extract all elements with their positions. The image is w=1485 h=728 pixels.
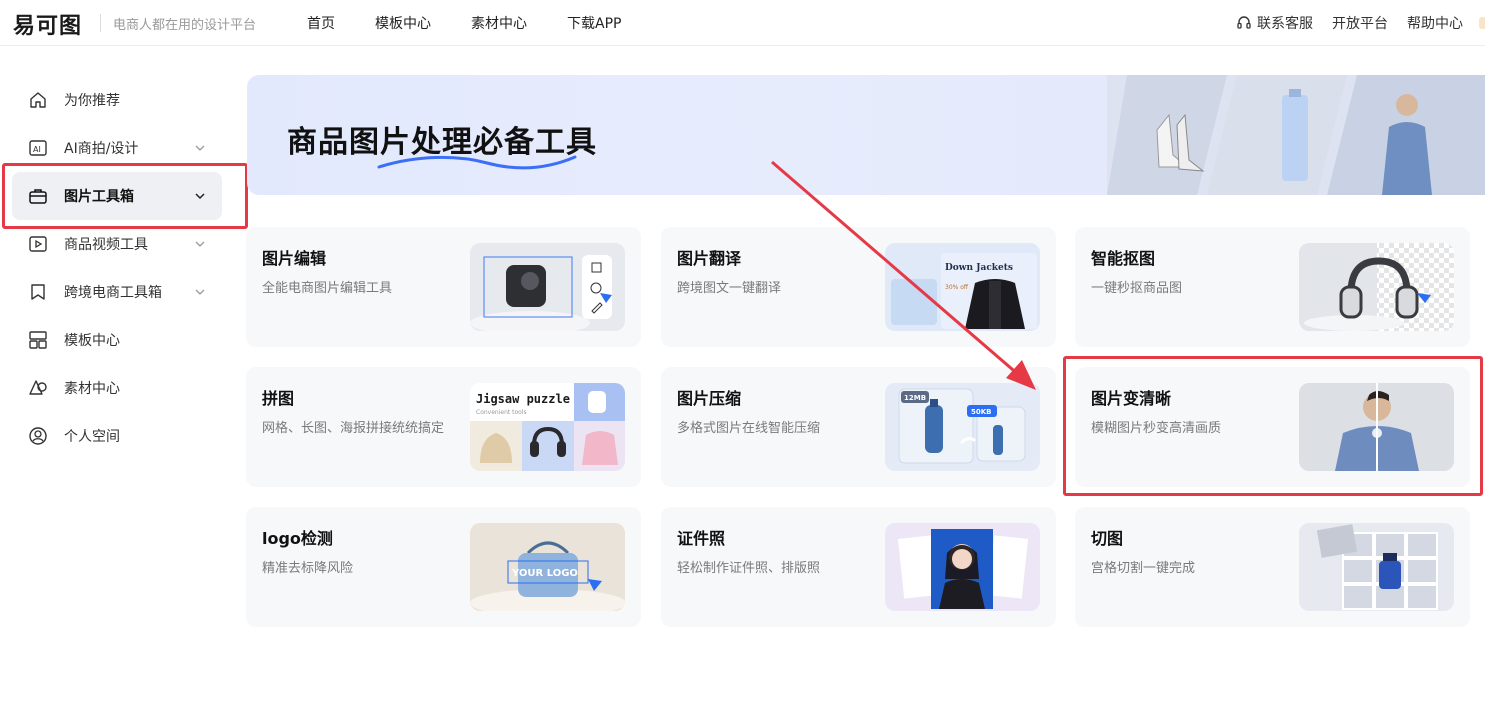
sidebar-item-personal-space[interactable]: 个人空间 (0, 412, 248, 460)
right-nav: 联系客服 开放平台 帮助中心 (1217, 13, 1463, 33)
headset-icon (1237, 16, 1251, 29)
banner: 商品图片处理必备工具 (247, 75, 1485, 195)
sidebar-item-recommend[interactable]: 为你推荐 (0, 76, 248, 124)
tool-card-title: 图片压缩 (677, 389, 742, 408)
tool-card-logo-detect[interactable]: logo检测 精准去标降风险 YOUR LOGO (246, 507, 641, 627)
collage-thumbnail: Jigsaw puzzle Convenient tools (470, 383, 625, 471)
tool-card-desc: 多格式图片在线智能压缩 (677, 421, 821, 436)
nav-home[interactable]: 首页 (307, 13, 335, 33)
toolbox-icon (28, 186, 48, 206)
sidebar-item-label: 模板中心 (64, 333, 120, 349)
sidebar-item-label: 商品视频工具 (64, 237, 148, 253)
tool-card-id-photo[interactable]: 证件照 轻松制作证件照、排版照 (661, 507, 1056, 627)
avatar[interactable] (1479, 17, 1485, 29)
chevron-down-icon[interactable] (194, 286, 206, 298)
tool-card-title: 图片翻译 (677, 249, 742, 268)
tool-card-desc: 宫格切割一键完成 (1091, 561, 1196, 576)
ai-icon: AI (28, 138, 48, 158)
tool-card-title: 证件照 (677, 529, 726, 548)
sidebar-item-image-toolbox[interactable]: 图片工具箱 (12, 172, 222, 220)
home-icon (28, 90, 48, 110)
tool-card-title: logo检测 (262, 529, 333, 548)
svg-text:AI: AI (33, 145, 41, 154)
sidebar: 为你推荐 AI AI商拍/设计 图片工具箱 商品视频工具 跨境电商工具箱 模板中… (0, 76, 248, 460)
smart-cutout-thumbnail (1299, 243, 1454, 331)
contact-support-label: 联系客服 (1257, 16, 1313, 32)
tool-card-image-translate[interactable]: 图片翻译 跨境图文一键翻译 Down Jackets 30% off (661, 227, 1056, 347)
image-translate-thumbnail: Down Jackets 30% off (885, 243, 1040, 331)
chevron-down-icon[interactable] (194, 190, 206, 202)
translate-thumb-off: 30% off (945, 284, 969, 291)
layout-icon (28, 330, 48, 350)
open-platform-link[interactable]: 开放平台 (1332, 13, 1388, 33)
nav-download-app[interactable]: 下载APP (567, 13, 621, 33)
tool-card-desc: 网格、长图、海报拼接统统搞定 (262, 421, 445, 436)
tool-card-title: 拼图 (262, 389, 295, 408)
id-photo-thumbnail (885, 523, 1040, 611)
logo[interactable]: 易可图 (13, 8, 82, 39)
sidebar-item-video-tools[interactable]: 商品视频工具 (0, 220, 248, 268)
tool-card-image-enhance[interactable]: 图片变清晰 模糊图片秒变高清画质 (1075, 367, 1470, 487)
tool-card-desc: 轻松制作证件照、排版照 (677, 561, 821, 576)
slice-thumbnail (1299, 523, 1454, 611)
sidebar-item-label: 图片工具箱 (64, 189, 134, 205)
sidebar-item-templates[interactable]: 模板中心 (0, 316, 248, 364)
sidebar-item-label: 个人空间 (64, 429, 120, 445)
chevron-down-icon[interactable] (194, 142, 206, 154)
sidebar-item-label: 素材中心 (64, 381, 120, 397)
tool-card-title: 智能抠图 (1091, 249, 1156, 268)
banner-product-image (1107, 75, 1485, 195)
image-enhance-thumbnail (1299, 383, 1454, 471)
sidebar-item-cross-border[interactable]: 跨境电商工具箱 (0, 268, 248, 316)
jigsaw-thumb-title: Jigsaw puzzle (476, 392, 570, 406)
contact-support-link[interactable]: 联系客服 (1236, 13, 1313, 33)
help-center-link[interactable]: 帮助中心 (1407, 13, 1463, 33)
tool-card-smart-cutout[interactable]: 智能抠图 一键秒抠商品图 (1075, 227, 1470, 347)
translate-thumb-tag: Down Jackets (945, 263, 1013, 273)
banner-title: 商品图片处理必备工具 (287, 125, 597, 160)
chevron-down-icon[interactable] (194, 238, 206, 250)
sidebar-item-label: 跨境电商工具箱 (64, 285, 162, 301)
tool-card-desc: 模糊图片秒变高清画质 (1091, 421, 1222, 436)
sidebar-item-materials[interactable]: 素材中心 (0, 364, 248, 412)
top-bar: 易可图 电商人都在用的设计平台 首页 模板中心 素材中心 下载APP 联系客服 … (0, 0, 1485, 46)
logo-thumb-text: YOUR LOGO (511, 568, 578, 579)
logo-divider (100, 14, 101, 32)
tool-card-desc: 全能电商图片编辑工具 (262, 281, 393, 296)
play-icon (28, 234, 48, 254)
sidebar-item-ai-design[interactable]: AI AI商拍/设计 (0, 124, 248, 172)
image-compress-thumbnail: 12MB 50KB (885, 383, 1040, 471)
compress-after-size: 50KB (971, 408, 992, 416)
tool-card-desc: 一键秒抠商品图 (1091, 281, 1183, 296)
tool-card-collage[interactable]: 拼图 网格、长图、海报拼接统统搞定 Jigsaw puzzle Convenie… (246, 367, 641, 487)
tool-card-image-compress[interactable]: 图片压缩 多格式图片在线智能压缩 12MB 50KB (661, 367, 1056, 487)
tool-card-desc: 跨境图文一键翻译 (677, 281, 782, 296)
tool-card-desc: 精准去标降风险 (262, 561, 354, 576)
tool-card-title: 切图 (1091, 529, 1124, 548)
logo-detect-thumbnail: YOUR LOGO (470, 523, 625, 611)
tool-card-slice[interactable]: 切图 宫格切割一键完成 (1075, 507, 1470, 627)
image-edit-thumbnail (470, 243, 625, 331)
tool-card-image-edit[interactable]: 图片编辑 全能电商图片编辑工具 (246, 227, 641, 347)
main-nav: 首页 模板中心 素材中心 下载APP (307, 13, 661, 33)
nav-materials[interactable]: 素材中心 (471, 13, 527, 33)
jigsaw-thumb-sub: Convenient tools (476, 409, 527, 416)
tool-card-title: 图片变清晰 (1091, 389, 1172, 408)
bookmark-icon (28, 282, 48, 302)
slogan: 电商人都在用的设计平台 (113, 18, 257, 33)
shapes-icon (28, 378, 48, 398)
sidebar-item-label: AI商拍/设计 (64, 141, 139, 157)
nav-templates[interactable]: 模板中心 (375, 13, 431, 33)
tool-card-title: 图片编辑 (262, 249, 327, 268)
sidebar-item-label: 为你推荐 (64, 93, 120, 109)
user-icon (28, 426, 48, 446)
compress-before-size: 12MB (904, 394, 926, 402)
